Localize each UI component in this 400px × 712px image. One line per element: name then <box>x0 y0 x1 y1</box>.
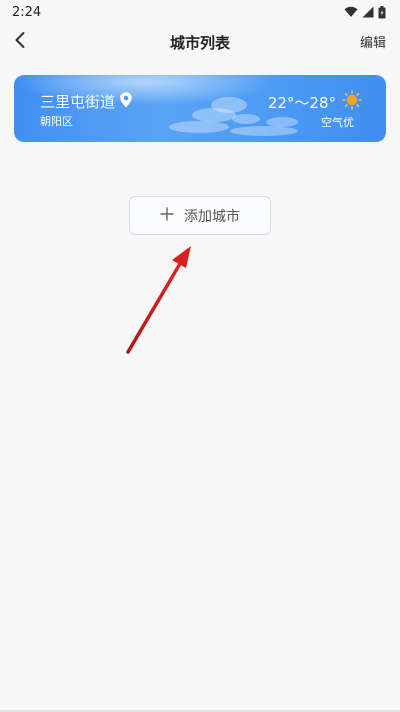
temperature-row: 22°～28° <box>268 90 362 114</box>
wifi-icon <box>344 6 358 18</box>
back-button[interactable] <box>6 28 34 56</box>
status-icons <box>344 5 386 19</box>
temperature-range: 22°～28° <box>267 93 336 112</box>
air-quality-label: 空气优 <box>321 116 354 129</box>
status-time: 2:24 <box>12 4 42 20</box>
add-city-label: 添加城市 <box>184 208 240 225</box>
district-label: 朝阳区 <box>40 115 73 128</box>
edit-button[interactable]: 编辑 <box>360 32 386 51</box>
city-name: 三里屯街道 <box>40 93 116 111</box>
page-title: 城市列表 <box>169 33 230 52</box>
city-card[interactable]: 三里屯街道 朝阳区 22°～28° 空气优 <box>14 75 386 142</box>
battery-icon <box>378 5 386 19</box>
signal-icon <box>362 6 374 18</box>
plus-icon <box>160 206 174 225</box>
status-bar: 2:24 <box>0 0 400 24</box>
app-bar: 城市列表 编辑 <box>0 24 400 60</box>
location-pin-icon <box>119 91 133 112</box>
city-list-screen: 2:24 城市列表 编辑 三里屯街道 朝阳区 22°～28° 空气优 添加城市 <box>0 0 400 712</box>
add-city-button[interactable]: 添加城市 <box>129 196 271 235</box>
sun-icon <box>342 90 362 114</box>
city-name-row: 三里屯街道 <box>40 91 133 112</box>
chevron-left-icon <box>14 31 26 53</box>
